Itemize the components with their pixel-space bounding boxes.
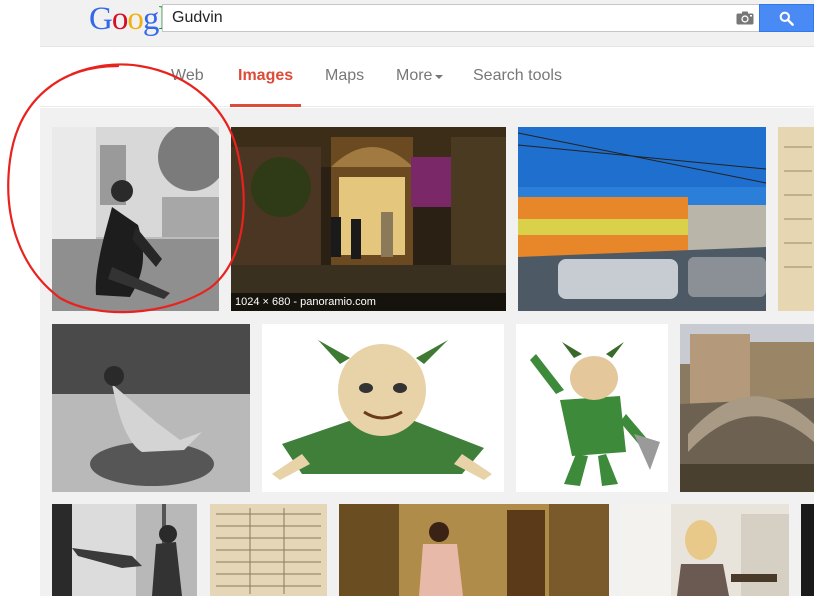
image-result[interactable]: [339, 504, 609, 596]
tab-maps[interactable]: Maps: [325, 67, 364, 107]
image-result[interactable]: [52, 504, 197, 596]
logo-letter: G: [89, 1, 113, 37]
tab-maps-label: Maps: [325, 67, 365, 84]
image-result[interactable]: [680, 324, 814, 492]
image-result[interactable]: [621, 504, 789, 596]
image-results-grid: 1024 × 680 - panoramio.com: [40, 108, 814, 596]
camera-icon[interactable]: [736, 11, 754, 25]
tab-search-tools[interactable]: Search tools: [473, 67, 562, 107]
image-result[interactable]: [52, 127, 219, 311]
tab-more-label: More: [396, 67, 433, 84]
tab-images[interactable]: Images: [230, 67, 301, 107]
image-result[interactable]: [518, 127, 766, 311]
image-result[interactable]: [801, 504, 814, 596]
image-result[interactable]: 1024 × 680 - panoramio.com: [231, 127, 506, 311]
tab-search-tools-label: Search tools: [473, 67, 562, 84]
logo-letter: o: [127, 1, 143, 37]
tab-web[interactable]: Web: [171, 67, 204, 107]
search-box: [162, 4, 760, 32]
nav-tabs: Web Images Maps More Search tools: [40, 47, 814, 107]
search-icon: [779, 11, 794, 26]
caret-down-icon: [435, 75, 444, 79]
search-button[interactable]: [759, 4, 814, 32]
logo-letter: g: [142, 1, 159, 37]
tab-web-label: Web: [171, 67, 204, 84]
image-result[interactable]: [210, 504, 327, 596]
image-caption: 1024 × 680 - panoramio.com: [231, 293, 506, 311]
tab-images-label: Images: [238, 67, 294, 84]
image-result[interactable]: [52, 324, 250, 492]
image-result[interactable]: [516, 324, 668, 492]
image-result[interactable]: [778, 127, 814, 311]
logo-letter: o: [111, 1, 128, 37]
tab-more[interactable]: More: [396, 67, 444, 107]
image-result[interactable]: [262, 324, 504, 492]
search-input[interactable]: [172, 7, 712, 29]
